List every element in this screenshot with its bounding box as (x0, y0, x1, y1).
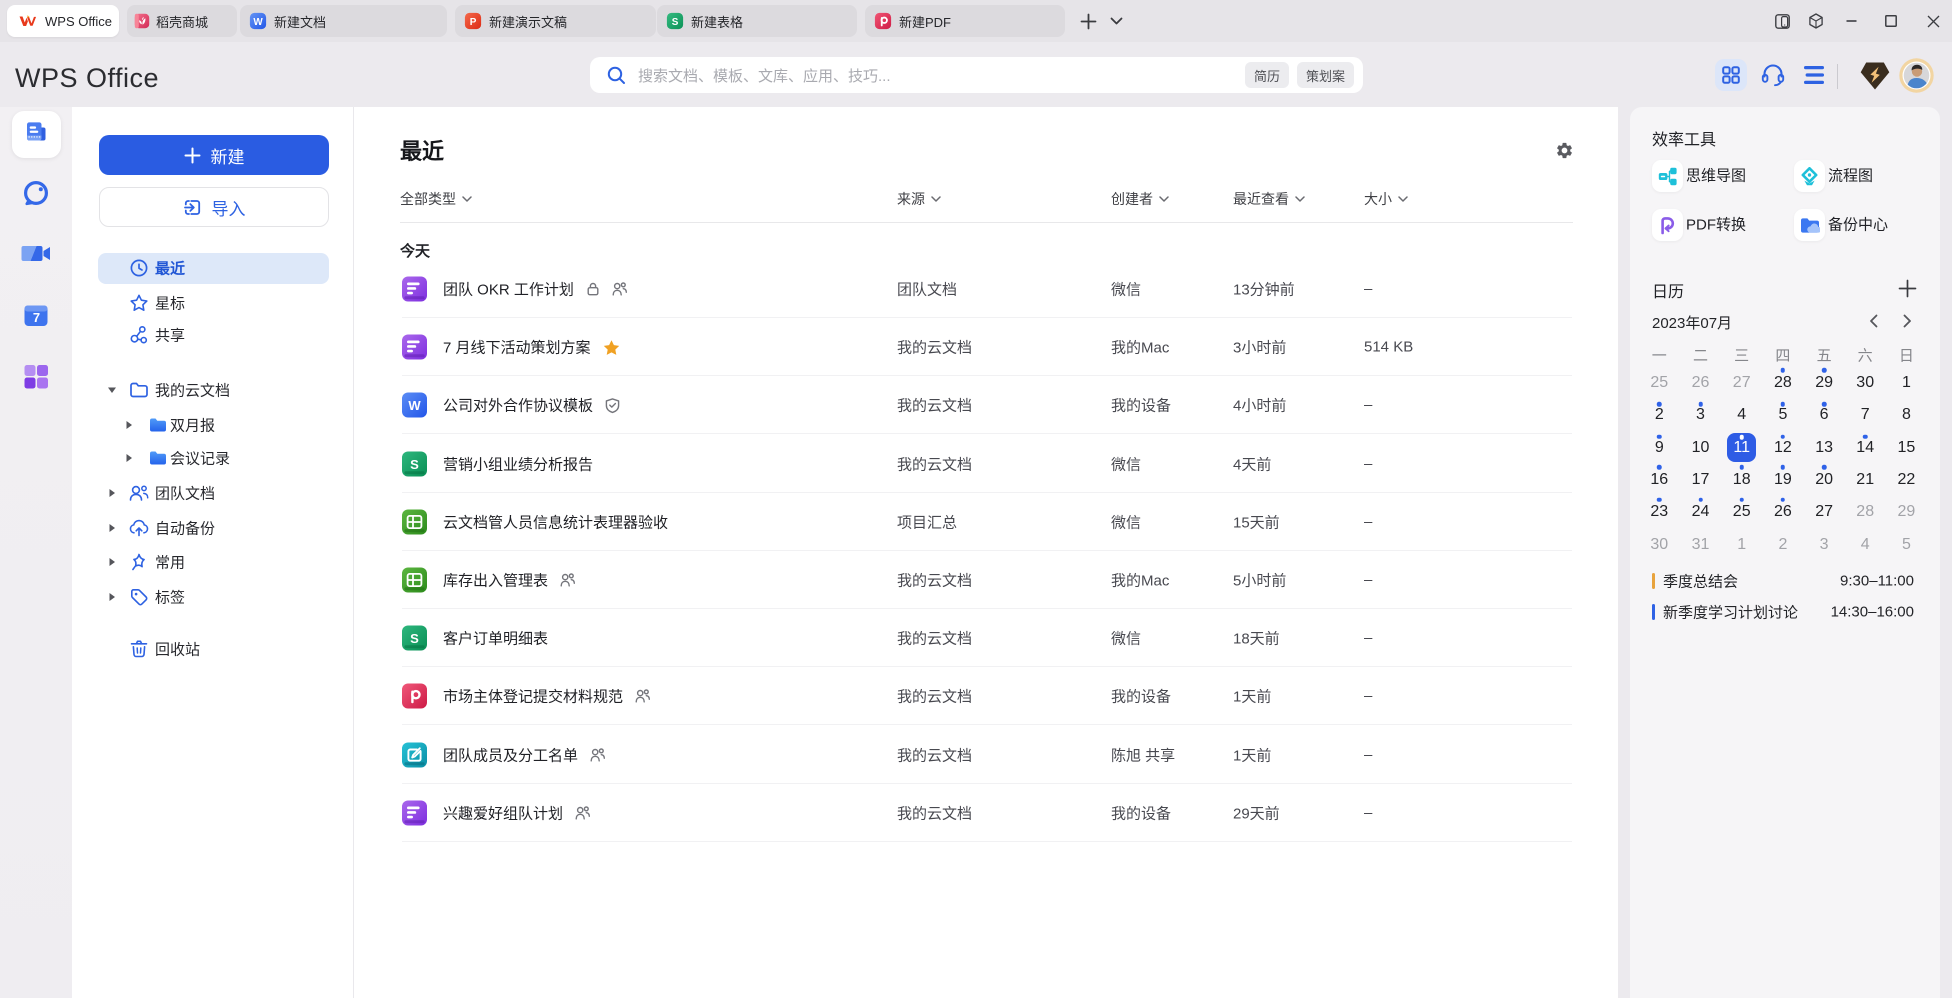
svg-text:7: 7 (33, 310, 40, 325)
svg-text:P: P (470, 17, 477, 28)
svg-text:S: S (672, 17, 679, 28)
svg-text:W: W (253, 17, 263, 28)
